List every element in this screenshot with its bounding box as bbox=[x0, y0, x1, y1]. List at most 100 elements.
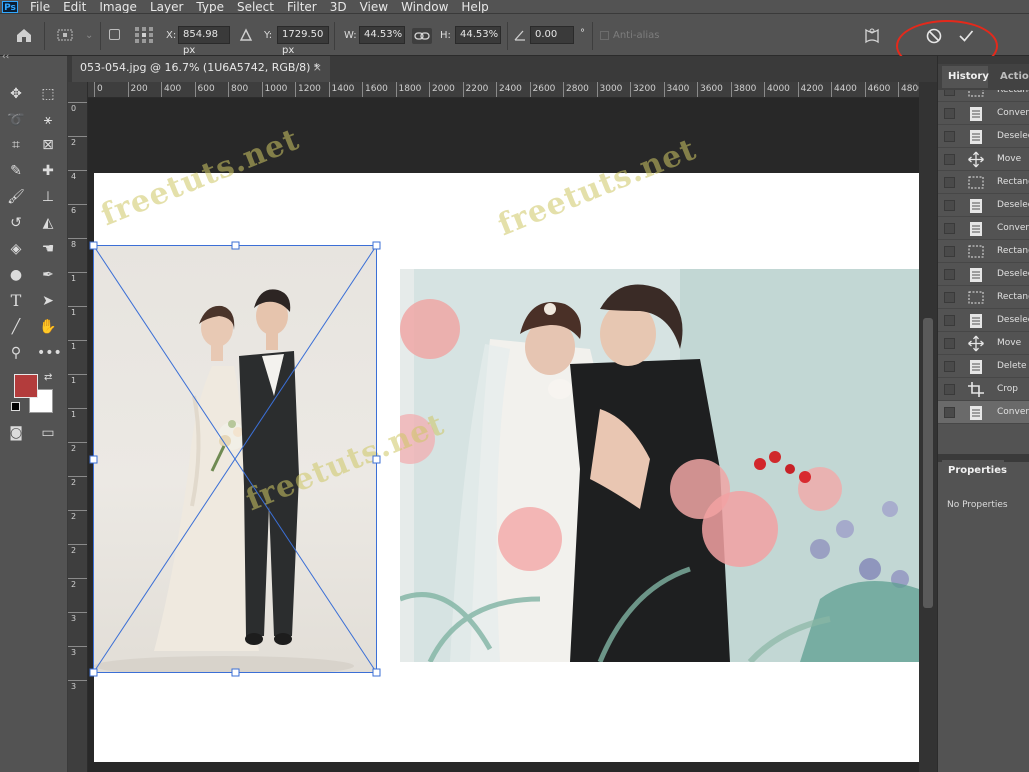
history-snapshot-checkbox[interactable] bbox=[944, 200, 955, 211]
commit-transform-icon[interactable] bbox=[957, 27, 975, 45]
menu-3d[interactable]: 3D bbox=[330, 1, 347, 13]
chevron-down-icon[interactable]: ⌄ bbox=[85, 27, 93, 44]
home-icon[interactable] bbox=[14, 26, 34, 44]
menu-layer[interactable]: Layer bbox=[150, 1, 183, 13]
history-state[interactable]: Rectang bbox=[938, 171, 1029, 194]
history-state[interactable]: Convert bbox=[938, 401, 1029, 424]
reference-grid-icon[interactable] bbox=[134, 26, 154, 44]
relative-position-icon[interactable] bbox=[239, 28, 253, 42]
hand-tool-icon[interactable]: ✋ bbox=[37, 316, 59, 338]
horizontal-ruler[interactable]: 0 200 400 600 800 1000 1200 1400 1600 1800 2000 220… bbox=[88, 82, 919, 98]
move-tool-icon[interactable]: ✥ bbox=[5, 83, 27, 105]
tab-history[interactable]: History bbox=[942, 66, 989, 88]
history-snapshot-checkbox[interactable] bbox=[944, 246, 955, 257]
line-tool-icon[interactable]: ╱ bbox=[5, 316, 27, 338]
history-state[interactable]: Convert bbox=[938, 217, 1029, 240]
eyedropper-tool-icon[interactable]: ✎ bbox=[5, 160, 27, 182]
history-snapshot-checkbox[interactable] bbox=[944, 108, 955, 119]
paint-bucket-tool-icon[interactable]: ◈ bbox=[5, 238, 27, 260]
reference-point-icon[interactable] bbox=[55, 27, 77, 43]
healing-brush-tool-icon[interactable]: ✚ bbox=[37, 160, 59, 182]
path-selection-tool-icon[interactable]: ➤ bbox=[37, 290, 59, 312]
photo-couple-kissing[interactable] bbox=[400, 269, 919, 662]
history-state[interactable]: Deselec bbox=[938, 263, 1029, 286]
history-state[interactable]: Move bbox=[938, 148, 1029, 171]
history-state[interactable]: Deselec bbox=[938, 309, 1029, 332]
vertical-ruler[interactable]: 0 2 4 6 8 1 1 1 1 1 2 2 2 2 2 3 3 3 bbox=[68, 82, 88, 772]
menu-filter[interactable]: Filter bbox=[287, 1, 317, 13]
x-position-field[interactable]: 854.98 px bbox=[178, 26, 230, 56]
history-snapshot-checkbox[interactable] bbox=[944, 361, 955, 372]
screen-mode-icon[interactable]: ▭ bbox=[37, 422, 59, 444]
scrollbar-thumb[interactable] bbox=[923, 318, 933, 608]
history-state[interactable]: Deselec bbox=[938, 194, 1029, 217]
rect-marquee-tool-icon[interactable]: ⬚ bbox=[37, 83, 59, 105]
menu-select[interactable]: Select bbox=[237, 1, 274, 13]
foreground-color-swatch[interactable] bbox=[14, 374, 38, 398]
close-tab-icon[interactable]: × bbox=[313, 56, 322, 80]
angle-field[interactable]: 0.00 bbox=[530, 26, 574, 44]
warp-icon[interactable] bbox=[862, 26, 882, 46]
link-icon[interactable] bbox=[412, 28, 432, 44]
reference-point-checkbox[interactable] bbox=[109, 29, 120, 40]
menu-image[interactable]: Image bbox=[99, 1, 137, 13]
dodge-tool-icon[interactable]: ● bbox=[5, 264, 27, 286]
history-state[interactable]: Move bbox=[938, 332, 1029, 355]
eraser-tool-icon[interactable]: ◭ bbox=[37, 212, 59, 234]
y-position-field[interactable]: 1729.50 px bbox=[277, 26, 329, 56]
menu-edit[interactable]: Edit bbox=[63, 1, 86, 13]
menu-view[interactable]: View bbox=[360, 1, 388, 13]
clone-stamp-tool-icon[interactable]: ⊥ bbox=[37, 186, 59, 208]
width-field[interactable]: 44.53% bbox=[359, 26, 405, 44]
document-tab[interactable]: 053-054.jpg @ 16.7% (1U6A5742, RGB/8) * … bbox=[72, 56, 330, 82]
h-label: H: bbox=[440, 30, 451, 41]
ruler-tick bbox=[68, 646, 87, 647]
history-snapshot-checkbox[interactable] bbox=[944, 90, 955, 96]
history-snapshot-checkbox[interactable] bbox=[944, 131, 955, 142]
tab-properties[interactable]: Properties bbox=[942, 460, 1007, 482]
history-state[interactable]: Rectang bbox=[938, 90, 1029, 102]
history-snapshot-checkbox[interactable] bbox=[944, 315, 955, 326]
history-brush-tool-icon[interactable]: ↺ bbox=[5, 212, 27, 234]
more-tools-icon[interactable]: ••• bbox=[37, 342, 62, 364]
transform-bounding-box[interactable] bbox=[88, 240, 384, 680]
magic-wand-tool-icon[interactable]: ⚹ bbox=[37, 109, 59, 131]
type-tool-icon[interactable]: T bbox=[5, 290, 27, 312]
history-snapshot-checkbox[interactable] bbox=[944, 384, 955, 395]
history-snapshot-checkbox[interactable] bbox=[944, 223, 955, 234]
history-snapshot-checkbox[interactable] bbox=[944, 292, 955, 303]
history-snapshot-checkbox[interactable] bbox=[944, 177, 955, 188]
panel-header-strip bbox=[938, 56, 1029, 64]
quick-mask-icon[interactable]: ◙ bbox=[5, 422, 27, 444]
antialias-checkbox[interactable] bbox=[600, 31, 609, 40]
lasso-tool-icon[interactable]: ➰ bbox=[5, 109, 27, 131]
smudge-tool-icon[interactable]: ☚ bbox=[37, 238, 59, 260]
menu-type[interactable]: Type bbox=[196, 1, 224, 13]
history-state[interactable]: Delete L bbox=[938, 355, 1029, 378]
collapse-panel-icon[interactable]: ‹‹ bbox=[2, 52, 9, 62]
history-snapshot-checkbox[interactable] bbox=[944, 154, 955, 165]
cancel-transform-icon[interactable] bbox=[925, 27, 943, 45]
menu-file[interactable]: File bbox=[30, 1, 50, 13]
brush-tool-icon[interactable]: 🖌 bbox=[5, 186, 27, 208]
history-state[interactable]: Deselec bbox=[938, 125, 1029, 148]
history-snapshot-checkbox[interactable] bbox=[944, 407, 955, 418]
history-state[interactable]: Rectang bbox=[938, 286, 1029, 309]
tab-actions[interactable]: Action bbox=[994, 66, 1029, 88]
history-state[interactable]: Rectang bbox=[938, 240, 1029, 263]
crop-icon bbox=[967, 381, 985, 398]
zoom-tool-icon[interactable]: ⚲ bbox=[5, 342, 27, 364]
menu-window[interactable]: Window bbox=[401, 1, 448, 13]
pen-tool-icon[interactable]: ✒ bbox=[37, 264, 59, 286]
history-state[interactable]: Crop bbox=[938, 378, 1029, 401]
swap-colors-icon[interactable]: ⇄ bbox=[44, 372, 52, 383]
crop-tool-icon[interactable]: ⌗ bbox=[5, 134, 27, 156]
height-field[interactable]: 44.53% bbox=[455, 26, 501, 44]
vertical-scrollbar[interactable] bbox=[919, 82, 937, 772]
history-state[interactable]: Convert bbox=[938, 102, 1029, 125]
menu-help[interactable]: Help bbox=[461, 1, 488, 13]
history-snapshot-checkbox[interactable] bbox=[944, 338, 955, 349]
frame-tool-icon[interactable]: ⊠ bbox=[37, 134, 59, 156]
history-snapshot-checkbox[interactable] bbox=[944, 269, 955, 280]
default-colors-icon[interactable] bbox=[11, 402, 20, 411]
